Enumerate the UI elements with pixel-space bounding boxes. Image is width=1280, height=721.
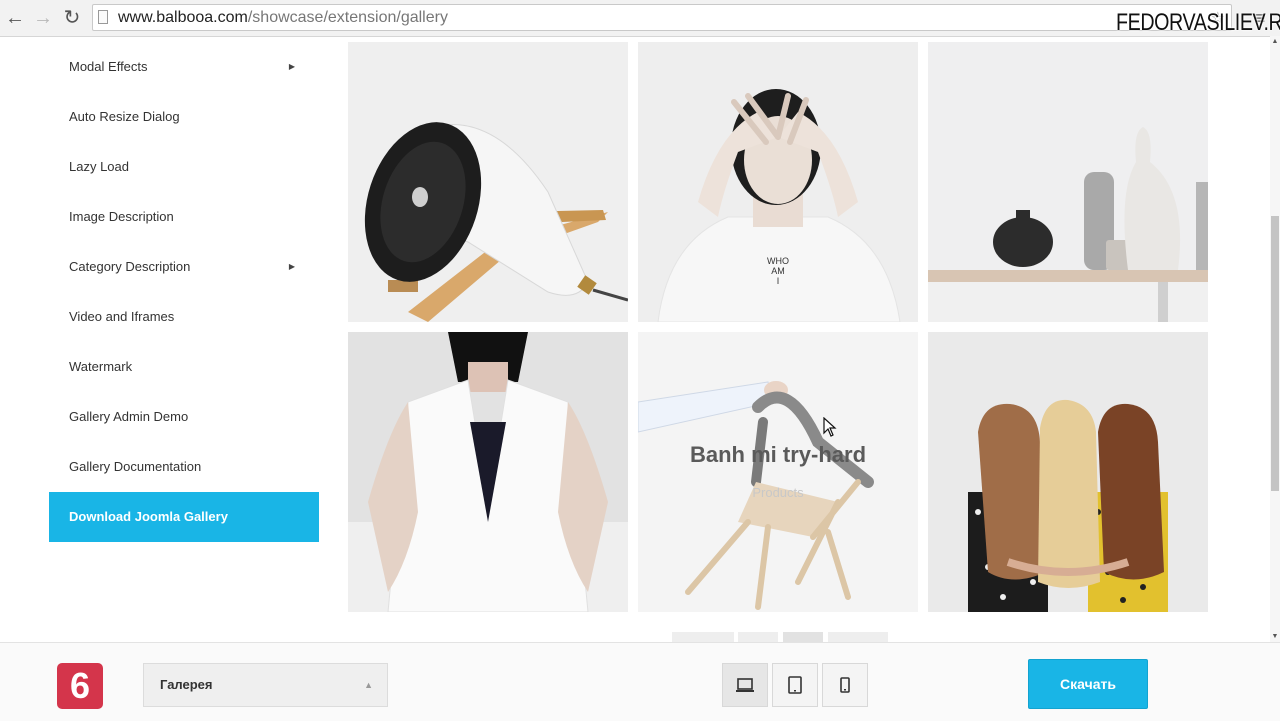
sidebar-item-label: Category Description (69, 259, 191, 274)
white-vest-image (348, 332, 628, 612)
gallery-item-vases[interactable] (928, 42, 1208, 322)
sidebar-item-lazy-load[interactable]: Lazy Load (49, 142, 319, 192)
sidebar-item-gallery-admin-demo[interactable]: Gallery Admin Demo (49, 392, 319, 442)
phone-icon (840, 677, 850, 693)
scroll-up-arrow-icon[interactable]: ▲ (1270, 38, 1280, 45)
demo-bottom-bar: 6 Галерея ▲ Скачать (0, 642, 1280, 721)
chair-image (638, 381, 874, 610)
laptop-icon (736, 678, 754, 692)
sidebar-item-image-description[interactable]: Image Description (49, 192, 319, 242)
caret-right-icon: ▶ (288, 262, 295, 271)
forward-arrow-icon[interactable]: → (31, 6, 55, 30)
gallery-item-chair[interactable]: Banh mi try-hard Products (638, 332, 918, 612)
triangle-up-icon: ▲ (364, 680, 373, 690)
gallery-item-woman-covering-eyes[interactable]: WHO AM I (638, 42, 918, 322)
back-arrow-icon[interactable]: ← (3, 6, 27, 30)
svg-text:WHO: WHO (767, 256, 789, 266)
sidebar-item-label: Modal Effects (69, 59, 148, 74)
vases-image (928, 127, 1208, 322)
sidebar-item-watermark[interactable]: Watermark (49, 342, 319, 392)
sidebar-item-auto-resize-dialog[interactable]: Auto Resize Dialog (49, 92, 319, 142)
gallery-item-three-women[interactable] (928, 332, 1208, 612)
sidebar-item-gallery-documentation[interactable]: Gallery Documentation (49, 442, 319, 492)
phone-view-button[interactable] (822, 663, 868, 707)
caret-right-icon: ▶ (288, 62, 295, 71)
three-women-image (968, 399, 1168, 612)
sidebar-item-label: Lazy Load (69, 159, 129, 174)
sidebar-item-label: Auto Resize Dialog (69, 109, 180, 124)
sidebar-item-label: Watermark (69, 359, 133, 374)
theme-select[interactable]: Галерея ▲ (143, 663, 388, 707)
tablet-view-button[interactable] (772, 663, 818, 707)
gallery-item-white-vest[interactable] (348, 332, 628, 612)
sidebar-item-category-description[interactable]: Category Description ▶ (49, 242, 319, 292)
sidebar-item-label: Image Description (69, 209, 174, 224)
tablet-icon (788, 676, 802, 694)
speaker-image (364, 122, 628, 322)
url-text[interactable]: www.balbooa.com/showcase/extension/galle… (118, 8, 448, 28)
scrollbar-thumb[interactable] (1271, 216, 1279, 491)
pagination-button[interactable] (672, 632, 734, 642)
woman-covering-eyes-image: WHO AM I (657, 89, 901, 322)
pagination-button[interactable] (783, 632, 823, 642)
scroll-down-arrow-icon[interactable]: ▼ (1270, 633, 1280, 640)
pagination-button[interactable] (828, 632, 888, 642)
url-host: www.balbooa.com (118, 9, 248, 26)
desktop-view-button[interactable] (722, 663, 768, 707)
pagination-button[interactable] (738, 632, 778, 642)
download-button[interactable]: Скачать (1028, 659, 1148, 709)
sidebar-item-download-joomla-gallery[interactable]: Download Joomla Gallery (49, 492, 319, 542)
watermark-text: FEDORVASILIEV.RU (1116, 9, 1280, 36)
brand-logo[interactable]: 6 (57, 663, 103, 709)
sidebar-item-label: Gallery Admin Demo (69, 409, 189, 424)
sidebar-item-label: Gallery Documentation (69, 459, 202, 474)
svg-text:AM: AM (771, 266, 785, 276)
sidebar-item-modal-effects[interactable]: Modal Effects ▶ (49, 42, 319, 92)
theme-select-value: Галерея (160, 677, 213, 692)
gallery-grid: WHO AM I Banh mi try-hard Products (348, 42, 1208, 612)
page-scrollbar[interactable]: ▲ ▼ (1270, 36, 1280, 642)
sidebar-item-video-and-iframes[interactable]: Video and Iframes (49, 292, 319, 342)
gallery-item-speaker[interactable] (348, 42, 628, 322)
reload-icon[interactable]: ↻ (60, 6, 84, 30)
url-path: /showcase/extension/gallery (247, 9, 448, 26)
browser-toolbar: ← → ↻ www.balbooa.com/showcase/extension… (0, 0, 1280, 37)
svg-text:I: I (777, 276, 780, 286)
mouse-cursor-icon (823, 417, 837, 437)
page-icon (98, 10, 108, 24)
sidebar-item-label: Download Joomla Gallery (69, 509, 228, 524)
sidebar-item-label: Video and Iframes (69, 309, 175, 324)
address-bar[interactable]: www.balbooa.com/showcase/extension/galle… (92, 4, 1232, 31)
sidebar-menu: Modal Effects ▶ Auto Resize Dialog Lazy … (49, 42, 319, 542)
